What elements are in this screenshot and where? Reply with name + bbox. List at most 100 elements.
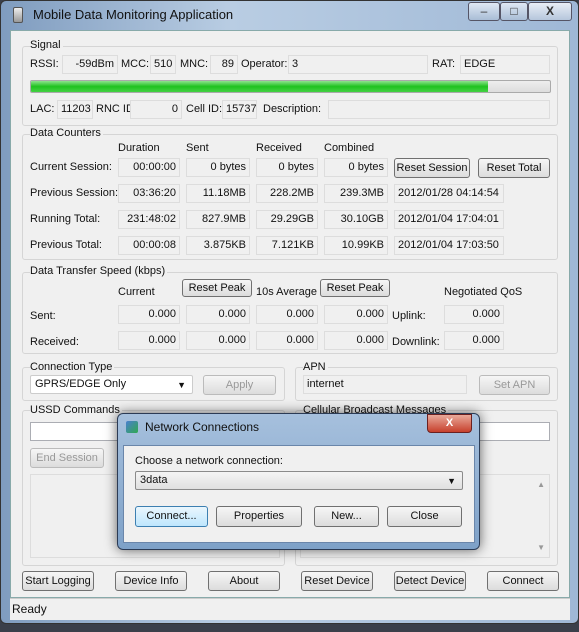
operator-value: 3 <box>288 55 428 74</box>
network-connections-dialog: Network Connections X Choose a network c… <box>117 413 480 550</box>
scroll-down-icon[interactable]: ▼ <box>537 543 545 552</box>
current-header: Current <box>118 286 155 298</box>
average-header: 10s Average <box>256 286 317 298</box>
mnc-value: 89 <box>210 55 238 74</box>
close-button[interactable]: X <box>528 2 572 21</box>
counter-value: 3.875KB <box>186 236 250 255</box>
status-text: Ready <box>12 602 47 616</box>
network-connection-value: 3data <box>140 474 168 486</box>
reset-peak-current-button[interactable]: Reset Peak <box>182 279 252 297</box>
counter-row-label: Previous Session: <box>30 187 119 199</box>
counter-value: 228.2MB <box>256 184 318 203</box>
dialog-panel: Choose a network connection: 3data ▼ Conn… <box>123 445 475 543</box>
operator-label: Operator: <box>241 58 288 70</box>
speed-value: 0.000 <box>324 305 388 324</box>
counter-timestamp: 2012/01/04 17:04:01 <box>394 210 504 229</box>
status-bar: Ready <box>10 598 570 620</box>
mcc-value: 510 <box>150 55 176 74</box>
counter-value: 10.99KB <box>324 236 388 255</box>
counter-row-label: Current Session: <box>30 161 112 173</box>
counter-value: 0 bytes <box>186 158 250 177</box>
reset-session-button[interactable]: Reset Session <box>394 158 470 178</box>
app-icon <box>13 7 23 23</box>
counter-value: 0 bytes <box>324 158 388 177</box>
counter-value: 239.3MB <box>324 184 388 203</box>
set-apn-button[interactable]: Set APN <box>479 375 550 395</box>
counter-header: Duration <box>118 142 160 154</box>
apn-input[interactable]: internet <box>303 375 467 394</box>
counter-value: 7.121KB <box>256 236 318 255</box>
speed-value: 0.000 <box>324 331 388 350</box>
description-value <box>328 100 550 119</box>
signal-strength-fill <box>31 81 488 92</box>
speed-value: 0.000 <box>118 331 180 350</box>
counter-header: Sent <box>186 142 209 154</box>
connection-type-select[interactable]: GPRS/EDGE Only ▼ <box>30 375 193 394</box>
minimize-button[interactable]: – <box>468 2 500 21</box>
counter-timestamp: 2012/01/04 17:03:50 <box>394 236 504 255</box>
speed-value: 0.000 <box>118 305 180 324</box>
dialog-close-button[interactable]: X <box>427 414 472 433</box>
start-logging-button[interactable]: Start Logging <box>22 571 94 591</box>
about-button[interactable]: About <box>208 571 280 591</box>
apn-label: APN <box>303 361 328 373</box>
mnc-label: MNC: <box>180 58 209 70</box>
end-session-button[interactable]: End Session <box>30 448 104 468</box>
counters-label: Data Counters <box>30 127 103 139</box>
description-label: Description: <box>263 103 322 115</box>
cell-label: Cell ID: <box>186 103 223 115</box>
reset-device-button[interactable]: Reset Device <box>301 571 373 591</box>
reset-peak-average-button[interactable]: Reset Peak <box>320 279 390 297</box>
qos-label: Downlink: <box>392 336 440 348</box>
speed-value: 0.000 <box>186 305 250 324</box>
cell-value: 15737 <box>222 100 257 119</box>
counter-value: 11.18MB <box>186 184 250 203</box>
qos-value: 0.000 <box>444 305 504 324</box>
qos-header: Negotiated QoS <box>444 286 523 298</box>
rat-value: EDGE <box>460 55 550 74</box>
signal-label: Signal <box>30 39 63 51</box>
apply-button[interactable]: Apply <box>203 375 276 395</box>
speed-label: Data Transfer Speed (kbps) <box>30 265 168 277</box>
maximize-button[interactable]: □ <box>500 2 528 21</box>
counter-value: 827.9MB <box>186 210 250 229</box>
speed-row-label: Received: <box>30 336 79 348</box>
ussd-label: USSD Commands <box>30 404 122 416</box>
connection-type-value: GPRS/EDGE Only <box>35 378 127 390</box>
counter-value: 0 bytes <box>256 158 318 177</box>
connection-type-label: Connection Type <box>30 361 115 373</box>
connect-button[interactable]: Connect <box>487 571 559 591</box>
counter-row-label: Previous Total: <box>30 239 102 251</box>
counter-header: Received <box>256 142 302 154</box>
rssi-value: -59dBm <box>62 55 118 74</box>
rssi-label: RSSI: <box>30 58 59 70</box>
counter-value: 00:00:08 <box>118 236 180 255</box>
dialog-properties-button[interactable]: Properties <box>216 506 302 527</box>
dialog-new-button[interactable]: New... <box>314 506 379 527</box>
signal-strength-bar <box>30 80 551 93</box>
network-connection-select[interactable]: 3data ▼ <box>135 471 463 490</box>
rnc-value: 0 <box>130 100 182 119</box>
lac-value: 11203 <box>57 100 93 119</box>
window-title: Mobile Data Monitoring Application <box>33 7 234 22</box>
counter-timestamp: 2012/01/28 04:14:54 <box>394 184 504 203</box>
counter-row-label: Running Total: <box>30 213 101 225</box>
scroll-up-icon[interactable]: ▲ <box>537 480 545 489</box>
device-info-button[interactable]: Device Info <box>115 571 187 591</box>
counter-value: 231:48:02 <box>118 210 180 229</box>
mcc-label: MCC: <box>121 58 150 70</box>
counter-value: 00:00:00 <box>118 158 180 177</box>
counter-value: 30.10GB <box>324 210 388 229</box>
dialog-close-action-button[interactable]: Close <box>387 506 462 527</box>
chevron-down-icon: ▼ <box>177 380 186 390</box>
dialog-title: Network Connections <box>145 420 260 434</box>
dialog-prompt: Choose a network connection: <box>135 455 283 467</box>
reset-total-button[interactable]: Reset Total <box>478 158 550 178</box>
speed-value: 0.000 <box>186 331 250 350</box>
qos-value: 0.000 <box>444 331 504 350</box>
speed-row-label: Sent: <box>30 310 56 322</box>
dialog-connect-button[interactable]: Connect... <box>135 506 208 527</box>
rat-label: RAT: <box>432 58 456 70</box>
detect-device-button[interactable]: Detect Device <box>394 571 466 591</box>
counter-value: 29.29GB <box>256 210 318 229</box>
